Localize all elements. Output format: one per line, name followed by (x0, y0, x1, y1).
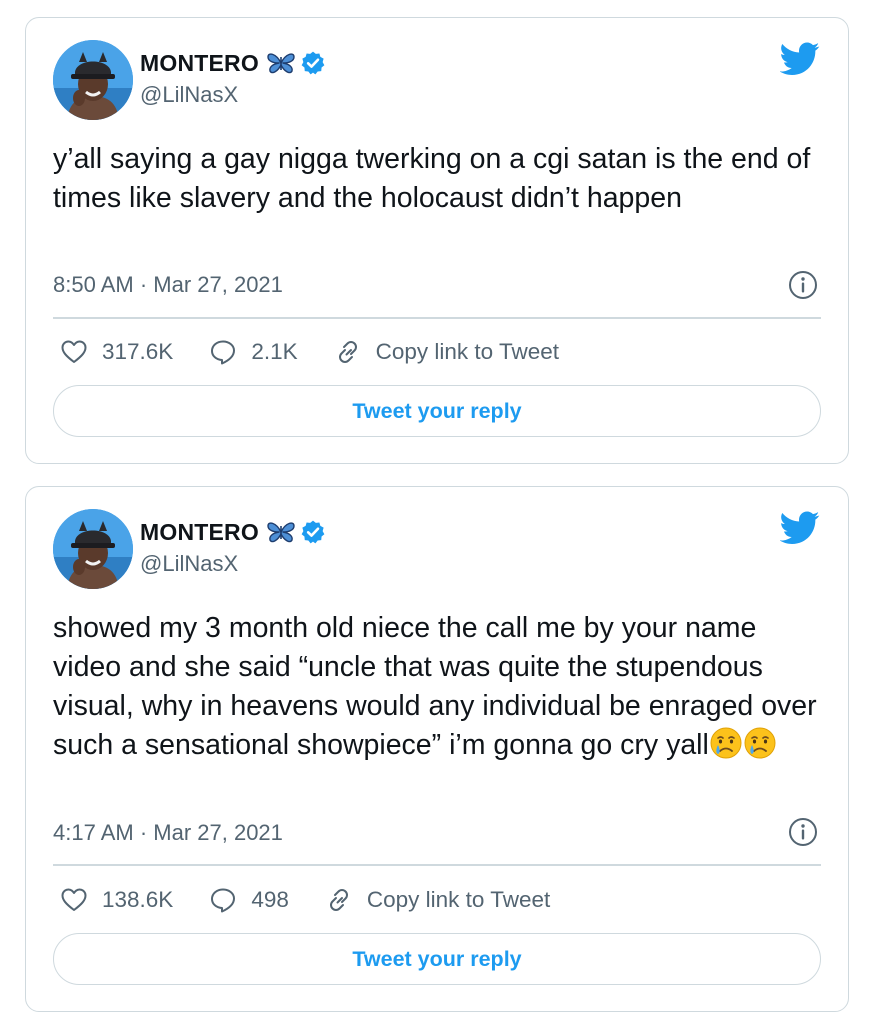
reply-bubble-icon (209, 886, 237, 914)
link-icon (325, 886, 353, 914)
reply-bubble-icon (209, 338, 237, 366)
crying-face-emoji (709, 726, 743, 760)
info-icon[interactable] (788, 270, 818, 300)
twitter-bird-icon[interactable] (780, 42, 820, 76)
heart-icon (60, 886, 88, 914)
action-bar: 138.6K 498 Copy link to Tweet (60, 883, 586, 917)
tweet-card: MONTERO @LilNasX y’all saying a gay nigg… (25, 17, 849, 464)
tweet-text-container: showed my 3 month old niece the call me … (53, 609, 828, 765)
copy-link-button[interactable]: Copy link to Tweet (325, 886, 550, 914)
tweet-text: y’all saying a gay nigga twerking on a c… (53, 143, 819, 214)
divider (53, 317, 821, 319)
crying-face-emoji (743, 726, 777, 760)
verified-badge-icon (300, 519, 326, 545)
copy-link-label: Copy link to Tweet (366, 887, 551, 912)
verified-badge-icon (300, 50, 326, 76)
author-handle[interactable]: @LilNasX (140, 82, 238, 108)
copy-link-button[interactable]: Copy link to Tweet (334, 338, 559, 366)
author-handle[interactable]: @LilNasX (140, 551, 238, 577)
tweet-your-reply-button[interactable]: Tweet your reply (53, 933, 821, 985)
reply-count: 2.1K (251, 339, 298, 364)
like-button[interactable]: 138.6K (60, 886, 173, 914)
reply-count-button[interactable]: 498 (209, 886, 289, 914)
tweet-timestamp[interactable]: 4:17 AM · Mar 27, 2021 (53, 820, 283, 846)
info-icon[interactable] (788, 817, 818, 847)
butterfly-icon (266, 51, 296, 75)
avatar[interactable] (53, 509, 133, 589)
action-bar: 317.6K 2.1K Copy link to Tweet (60, 335, 595, 369)
like-count: 317.6K (102, 339, 174, 364)
tweet-your-reply-button[interactable]: Tweet your reply (53, 385, 821, 437)
author-name-row[interactable]: MONTERO (140, 517, 326, 547)
tweet-timestamp[interactable]: 8:50 AM · Mar 27, 2021 (53, 272, 283, 298)
reply-count: 498 (251, 887, 289, 912)
avatar-image (53, 509, 133, 589)
butterfly-icon (266, 520, 296, 544)
copy-link-label: Copy link to Tweet (375, 339, 560, 364)
twitter-bird-icon[interactable] (780, 511, 820, 545)
link-icon (334, 338, 362, 366)
heart-icon (60, 338, 88, 366)
reply-count-button[interactable]: 2.1K (209, 338, 298, 366)
tweet-card: MONTERO @LilNasX showed my 3 month old n… (25, 486, 849, 1012)
avatar-image (53, 40, 133, 120)
like-count: 138.6K (102, 887, 174, 912)
divider (53, 864, 821, 866)
display-name[interactable]: MONTERO (140, 519, 259, 546)
avatar[interactable] (53, 40, 133, 120)
author-name-row[interactable]: MONTERO (140, 48, 326, 78)
display-name[interactable]: MONTERO (140, 50, 259, 77)
like-button[interactable]: 317.6K (60, 338, 173, 366)
